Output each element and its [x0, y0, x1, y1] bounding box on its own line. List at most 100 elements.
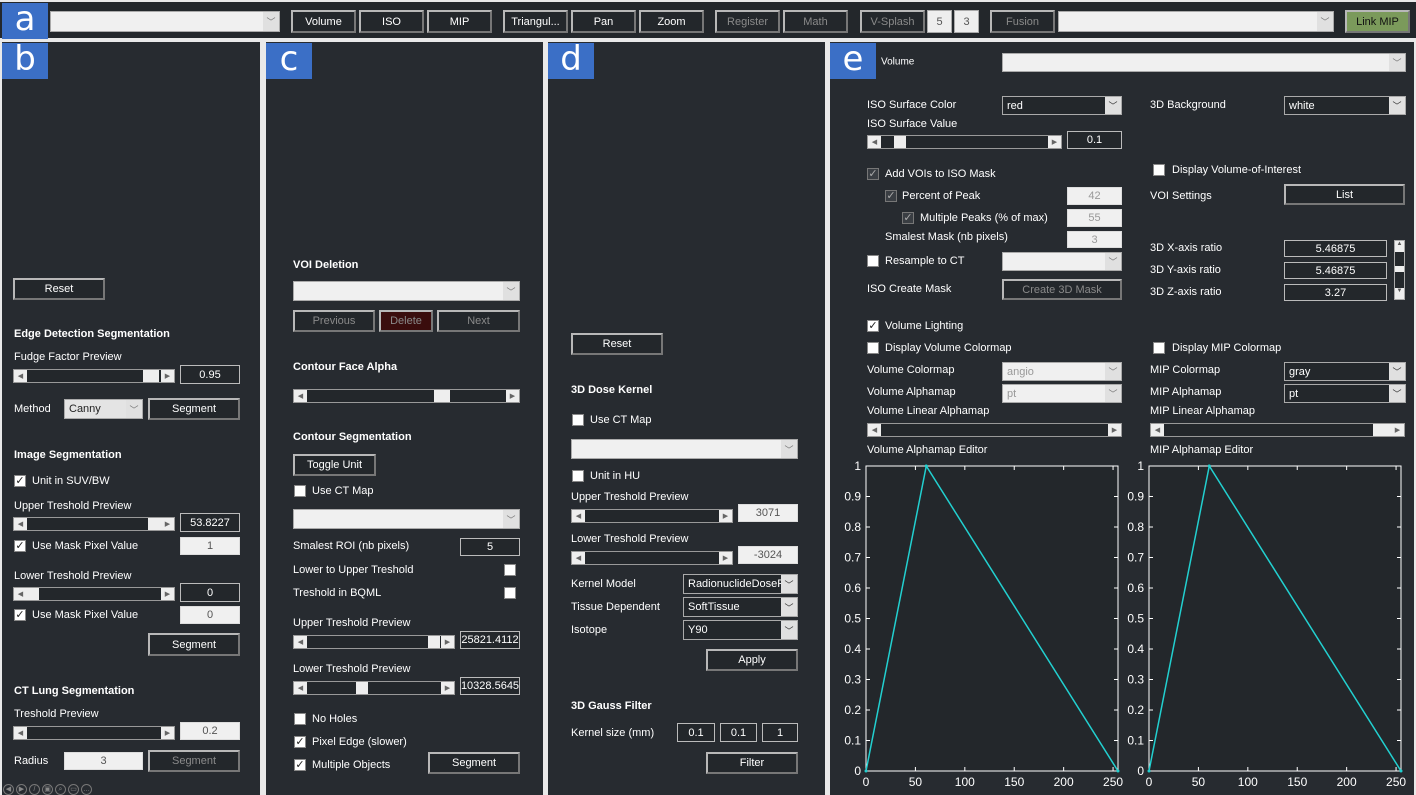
isotope-dropdown[interactable]: Y90 ﹀	[683, 620, 798, 640]
mask-value-field-2[interactable]: 0	[180, 606, 240, 624]
volume-lighting-checkbox[interactable]: ✓	[867, 320, 879, 332]
upper-threshold-slider[interactable]: ◀ ▶	[13, 517, 175, 531]
unit-suv-checkbox[interactable]: ✓	[14, 475, 26, 487]
no-holes-checkbox[interactable]	[294, 713, 306, 725]
x-ratio-field[interactable]: 5.46875	[1284, 240, 1387, 257]
iso-value-field[interactable]: 0.1	[1067, 131, 1122, 149]
v-splash-button[interactable]: V-Splash	[860, 10, 925, 33]
mip-colormap-dropdown[interactable]: gray ﹀	[1284, 362, 1406, 381]
unit-hu-checkbox[interactable]	[572, 470, 584, 482]
contour-alpha-slider[interactable]: ◀ ▶	[293, 389, 520, 403]
arrow-right-icon[interactable]: ▶	[1391, 424, 1404, 436]
zoom-button[interactable]: Zoom	[639, 10, 704, 33]
back-icon[interactable]: ◀	[3, 784, 14, 795]
bqml-checkbox[interactable]	[504, 587, 516, 599]
slider-thumb[interactable]	[356, 682, 368, 694]
contour-upper-slider[interactable]: ◀ ▶	[293, 635, 455, 649]
arrow-right-icon[interactable]: ▶	[1108, 424, 1121, 436]
multiple-peaks-checkbox[interactable]: ✓	[902, 212, 914, 224]
slider-thumb[interactable]	[428, 636, 440, 648]
voi-dropdown[interactable]: ﹀	[293, 281, 520, 301]
mask-value-field-1[interactable]: 1	[180, 537, 240, 555]
pan-button[interactable]: Pan	[571, 10, 636, 33]
use-mask-checkbox-1[interactable]: ✓	[14, 540, 26, 552]
arrow-right-icon[interactable]: ▶	[441, 636, 454, 648]
percent-peak-checkbox[interactable]: ✓	[885, 190, 897, 202]
arrow-right-icon[interactable]: ▶	[441, 682, 454, 694]
edit-icon[interactable]: /	[29, 784, 40, 795]
resample-dropdown[interactable]: ﹀	[1002, 252, 1122, 271]
slider-thumb[interactable]	[1373, 424, 1391, 436]
contour-upper-field[interactable]: 25821.4112	[460, 631, 520, 649]
iso-button[interactable]: ISO	[359, 10, 424, 33]
kernel-model-dropdown[interactable]: RadionuclideDoseP... ﹀	[683, 574, 798, 594]
z-ratio-field[interactable]: 3.27	[1284, 284, 1387, 301]
fusion-dropdown[interactable]: ﹀	[1058, 11, 1334, 32]
slider-thumb[interactable]	[434, 390, 450, 402]
volume-dropdown[interactable]: ﹀	[1002, 53, 1406, 72]
lung-threshold-field[interactable]: 0.2	[180, 722, 240, 740]
volume-alphamap-dropdown[interactable]: pt ﹀	[1002, 384, 1122, 403]
arrow-left-icon[interactable]: ◀	[14, 588, 27, 600]
upper-threshold-field[interactable]: 53.8227	[180, 513, 240, 532]
percent-peak-field[interactable]: 42	[1067, 187, 1122, 205]
mip-alphamap-editor-chart[interactable]: 0 50 100 150 200 250 0 0.1 0.2 0.3 0.4 0.5 0.6 0.7 0.8…	[1123, 456, 1414, 795]
use-ct-map-checkbox[interactable]	[294, 485, 306, 497]
link-mip-button[interactable]: Link MIP	[1345, 10, 1410, 33]
arrow-left-icon[interactable]: ◀	[294, 636, 307, 648]
arrow-right-icon[interactable]: ▶	[1048, 136, 1061, 148]
volume-colormap-dropdown[interactable]: angio ﹀	[1002, 362, 1122, 381]
mip-alphamap-dropdown[interactable]: pt ﹀	[1284, 384, 1406, 403]
kernel-size-z-field[interactable]: 1	[762, 723, 798, 742]
use-mask-checkbox-2[interactable]: ✓	[14, 609, 26, 621]
arrow-right-icon[interactable]: ▶	[719, 552, 732, 564]
lower-to-upper-checkbox[interactable]	[504, 564, 516, 576]
edge-segment-button[interactable]: Segment	[148, 398, 240, 420]
add-vois-checkbox[interactable]: ✓	[867, 168, 879, 180]
save-icon[interactable]: ▣	[42, 784, 53, 795]
v-splash-count-2[interactable]: 3	[954, 10, 979, 33]
scroll-up-icon[interactable]: ▲	[1395, 241, 1404, 252]
arrow-right-icon[interactable]: ▶	[161, 727, 174, 739]
pixel-edge-checkbox[interactable]: ✓	[294, 736, 306, 748]
delete-button[interactable]: Delete	[379, 310, 433, 332]
multiple-objects-checkbox[interactable]: ✓	[294, 759, 306, 771]
contour-segment-button[interactable]: Segment	[428, 752, 520, 774]
toggle-unit-button[interactable]: Toggle Unit	[293, 454, 376, 476]
kernel-size-y-field[interactable]: 0.1	[720, 723, 757, 742]
next-button[interactable]: Next	[437, 310, 520, 332]
lower-threshold-field[interactable]: 0	[180, 583, 240, 602]
arrow-left-icon[interactable]: ◀	[294, 682, 307, 694]
forward-icon[interactable]: ▶	[16, 784, 27, 795]
volume-linear-slider[interactable]: ◀ ▶	[867, 423, 1122, 437]
arrow-left-icon[interactable]: ◀	[868, 424, 881, 436]
fudge-factor-field[interactable]: 0.95	[180, 365, 240, 384]
apply-button[interactable]: Apply	[706, 649, 798, 671]
reset-button[interactable]: Reset	[13, 278, 105, 300]
dose-lower-slider[interactable]: ◀ ▶	[571, 551, 733, 565]
arrow-left-icon[interactable]: ◀	[1151, 424, 1164, 436]
resample-ct-checkbox[interactable]	[867, 255, 879, 267]
arrow-right-icon[interactable]: ▶	[719, 510, 732, 522]
dose-lower-field[interactable]: -3024	[738, 546, 798, 564]
slider-thumb[interactable]	[27, 588, 39, 600]
arrow-right-icon[interactable]: ▶	[506, 390, 519, 402]
fudge-factor-slider[interactable]: ◀ ▶	[13, 369, 175, 383]
arrow-left-icon[interactable]: ◀	[14, 518, 27, 530]
arrow-right-icon[interactable]: ▶	[161, 370, 174, 382]
tissue-dropdown[interactable]: SoftTissue ﹀	[683, 597, 798, 617]
dose-upper-field[interactable]: 3071	[738, 504, 798, 522]
arrow-left-icon[interactable]: ◀	[294, 390, 307, 402]
more-icon[interactable]: …	[81, 784, 92, 795]
register-button[interactable]: Register	[715, 10, 780, 33]
kernel-size-x-field[interactable]: 0.1	[677, 723, 715, 742]
lung-segment-button[interactable]: Segment	[148, 750, 240, 772]
y-ratio-field[interactable]: 5.46875	[1284, 262, 1387, 279]
scroll-down-icon[interactable]: ▼	[1395, 288, 1404, 299]
zoom-icon[interactable]: ⌕	[55, 784, 66, 795]
smallest-roi-field[interactable]: 5	[460, 538, 520, 556]
iso-color-dropdown[interactable]: red ﹀	[1002, 96, 1122, 115]
series-dropdown[interactable]: ﹀	[50, 11, 280, 32]
dose-ct-dropdown[interactable]: ﹀	[571, 439, 798, 459]
scrollbar-thumb[interactable]	[1395, 266, 1404, 272]
